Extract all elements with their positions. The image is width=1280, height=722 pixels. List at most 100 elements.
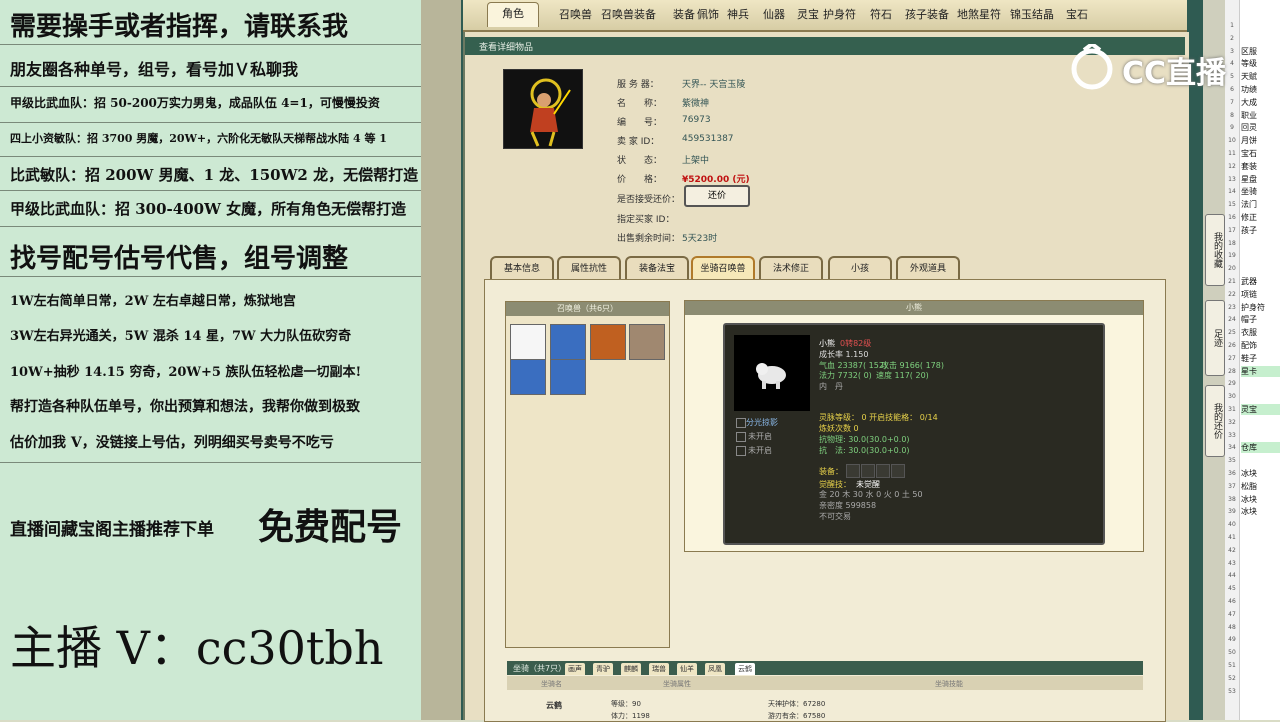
nav-tab[interactable]: 召唤兽装备 bbox=[601, 6, 656, 22]
nav-tab[interactable]: 护身符 bbox=[823, 6, 856, 22]
sheet-row-number: 15 bbox=[1228, 201, 1236, 209]
subtab[interactable]: 小孩 bbox=[828, 256, 892, 280]
divider bbox=[0, 44, 421, 45]
tooltip-line: 抗 法: 30.0(30.0+0.0) bbox=[819, 446, 910, 455]
info-label: 名 称： bbox=[617, 99, 663, 109]
mount-column-header: 坐骑技能 bbox=[935, 680, 963, 688]
pet-thumbnail[interactable] bbox=[629, 324, 665, 360]
mount-tab[interactable]: 画声 bbox=[565, 663, 585, 675]
divider bbox=[0, 156, 421, 157]
info-value: 459531387 bbox=[682, 134, 734, 144]
sheet-cell: 回灵 bbox=[1241, 123, 1257, 133]
sheet-cell: 坐骑 bbox=[1241, 187, 1257, 197]
spreadsheet: 1 2 3 区服 4 等级 5 天赋 6 功绩 7 大成 8 职业 9 回灵 10 月饼 11 宝石 12 套装 13 星盘 1… bbox=[1225, 0, 1280, 720]
info-label: 指定买家 ID： bbox=[617, 215, 675, 225]
sheet-cell: 天赋 bbox=[1241, 72, 1257, 82]
info-value: 5天23时 bbox=[682, 234, 718, 244]
sheet-row-number: 28 bbox=[1228, 367, 1236, 375]
side-button[interactable]: 我的还价 bbox=[1205, 385, 1225, 457]
pet-thumbnail[interactable] bbox=[550, 324, 586, 360]
sheet-row-number: 52 bbox=[1228, 674, 1236, 682]
sheet-cell: 鞋子 bbox=[1241, 353, 1257, 363]
info-label: 价 格： bbox=[617, 175, 663, 185]
sheet-row-number: 21 bbox=[1228, 278, 1236, 285]
mount-tab[interactable]: 云鹤 bbox=[735, 663, 755, 675]
nav-tab[interactable]: 佩饰 bbox=[697, 6, 719, 22]
tooltip-line: 抗物理: 30.0(30.0+0.0) bbox=[819, 435, 910, 444]
sheet-cell: 星盘 bbox=[1241, 174, 1257, 184]
side-button[interactable]: 足迹 bbox=[1205, 300, 1225, 376]
mount-tab[interactable]: 麒麟 bbox=[621, 663, 641, 675]
subtab[interactable]: 外观道具 bbox=[896, 256, 960, 280]
nav-tab[interactable]: 神兵 bbox=[727, 6, 749, 22]
nav-tab[interactable]: 仙器 bbox=[763, 6, 785, 22]
sheet-row-number: 7 bbox=[1230, 98, 1234, 106]
sheet-row-number: 44 bbox=[1228, 572, 1236, 580]
mount-name: 云鹤 bbox=[546, 701, 562, 710]
pet-thumbnail[interactable] bbox=[550, 359, 586, 395]
sheet-cell: 功绩 bbox=[1241, 85, 1257, 94]
nav-tab[interactable]: 召唤兽 bbox=[559, 6, 592, 22]
sheet-row-number: 20 bbox=[1228, 265, 1236, 273]
mount-tab[interactable]: 青驴 bbox=[593, 663, 613, 675]
tooltip-line: 炼妖次数 0 bbox=[819, 424, 859, 433]
tooltip-line: 0转82级 bbox=[840, 339, 872, 348]
sheet-cell: 冰块 bbox=[1241, 507, 1257, 517]
promo-line: 四上小资敏队：招 3700 男魔，20W+，六阶化无敏队天梯帮战水陆 4 等 1 bbox=[10, 132, 387, 145]
tooltip-line: 速度 117( 20) bbox=[876, 371, 929, 380]
skill-slot-icon bbox=[736, 432, 746, 442]
cc-live-logo: CC直播 bbox=[1064, 44, 1242, 91]
subtab[interactable]: 坐骑召唤兽 bbox=[691, 256, 755, 280]
subtab[interactable]: 属性抗性 bbox=[557, 256, 621, 280]
nav-tab[interactable]: 符石 bbox=[870, 6, 892, 22]
nav-tab[interactable]: 孩子装备 bbox=[905, 6, 949, 22]
nav-tab[interactable]: 地煞星符 bbox=[957, 6, 1001, 22]
side-button[interactable]: 我的收藏 bbox=[1205, 214, 1225, 286]
sheet-row-number: 31 bbox=[1228, 406, 1236, 413]
tooltip-line: 金 20 木 30 水 0 火 0 土 50 bbox=[819, 490, 923, 499]
sheet-row-number: 50 bbox=[1228, 649, 1236, 657]
info-value: 紫微神 bbox=[682, 99, 710, 109]
equip-slot bbox=[891, 464, 905, 478]
nav-tab[interactable]: 宝石 bbox=[1066, 6, 1088, 22]
mount-tab[interactable]: 仙羊 bbox=[677, 663, 697, 675]
info-label: 是否接受还价： bbox=[617, 195, 681, 205]
pet-thumbnail[interactable] bbox=[510, 359, 546, 395]
subtab[interactable]: 装备法宝 bbox=[625, 256, 689, 280]
nav-tab[interactable]: 角色 bbox=[487, 2, 539, 27]
sheet-cell: 武器 bbox=[1241, 277, 1257, 286]
promo-line: 朋友圈各种单号，组号，看号加Ｖ私聊我 bbox=[10, 60, 299, 79]
equip-slot bbox=[861, 464, 875, 478]
promo-line: 需要操手或者指挥，请联系我 bbox=[10, 12, 349, 42]
sheet-row-number: 14 bbox=[1228, 188, 1236, 196]
sheet-row-number: 8 bbox=[1230, 111, 1234, 119]
nav-tab[interactable]: 灵宝 bbox=[797, 6, 819, 22]
sheet-row-number: 49 bbox=[1228, 636, 1236, 644]
sheet-cell: 大成 bbox=[1241, 97, 1257, 107]
equip-slot bbox=[876, 464, 890, 478]
mount-tab[interactable]: 凤凰 bbox=[705, 663, 725, 675]
detail-title: 查看详细物品 bbox=[479, 43, 534, 53]
recommend-text: 直播间藏宝阁主播推荐下单 bbox=[10, 520, 214, 540]
nav-tab[interactable]: 装备 bbox=[673, 6, 695, 22]
sheet-row-number: 24 bbox=[1228, 316, 1236, 324]
sheet-row-number: 30 bbox=[1228, 393, 1236, 401]
pet-thumbnail[interactable] bbox=[590, 324, 626, 360]
pet-thumbnail[interactable] bbox=[510, 324, 546, 360]
mount-tab[interactable]: 瑞兽 bbox=[649, 663, 669, 675]
sheet-cell: 星卡 bbox=[1241, 365, 1280, 377]
subtab[interactable]: 基本信息 bbox=[490, 256, 554, 280]
sheet-cell: 冰块 bbox=[1241, 469, 1257, 478]
sheet-row-number: 13 bbox=[1228, 175, 1236, 183]
mount-title: 坐骑（共7只） bbox=[513, 664, 567, 673]
sheet-cell: 月饼 bbox=[1241, 136, 1257, 146]
free-match-text: 免费配号 bbox=[258, 506, 403, 548]
nav-tab[interactable]: 锦玉结晶 bbox=[1010, 6, 1054, 22]
divider bbox=[0, 276, 421, 277]
sheet-row-number: 45 bbox=[1228, 585, 1236, 593]
sheet-row-number: 2 bbox=[1230, 34, 1234, 42]
mount-header: 坐骑名 坐骑属性 坐骑技能 bbox=[507, 676, 1143, 690]
sheet-row-number: 17 bbox=[1228, 226, 1236, 234]
subtab[interactable]: 法术修正 bbox=[759, 256, 823, 280]
bargain-button[interactable]: 还价 bbox=[684, 185, 750, 207]
